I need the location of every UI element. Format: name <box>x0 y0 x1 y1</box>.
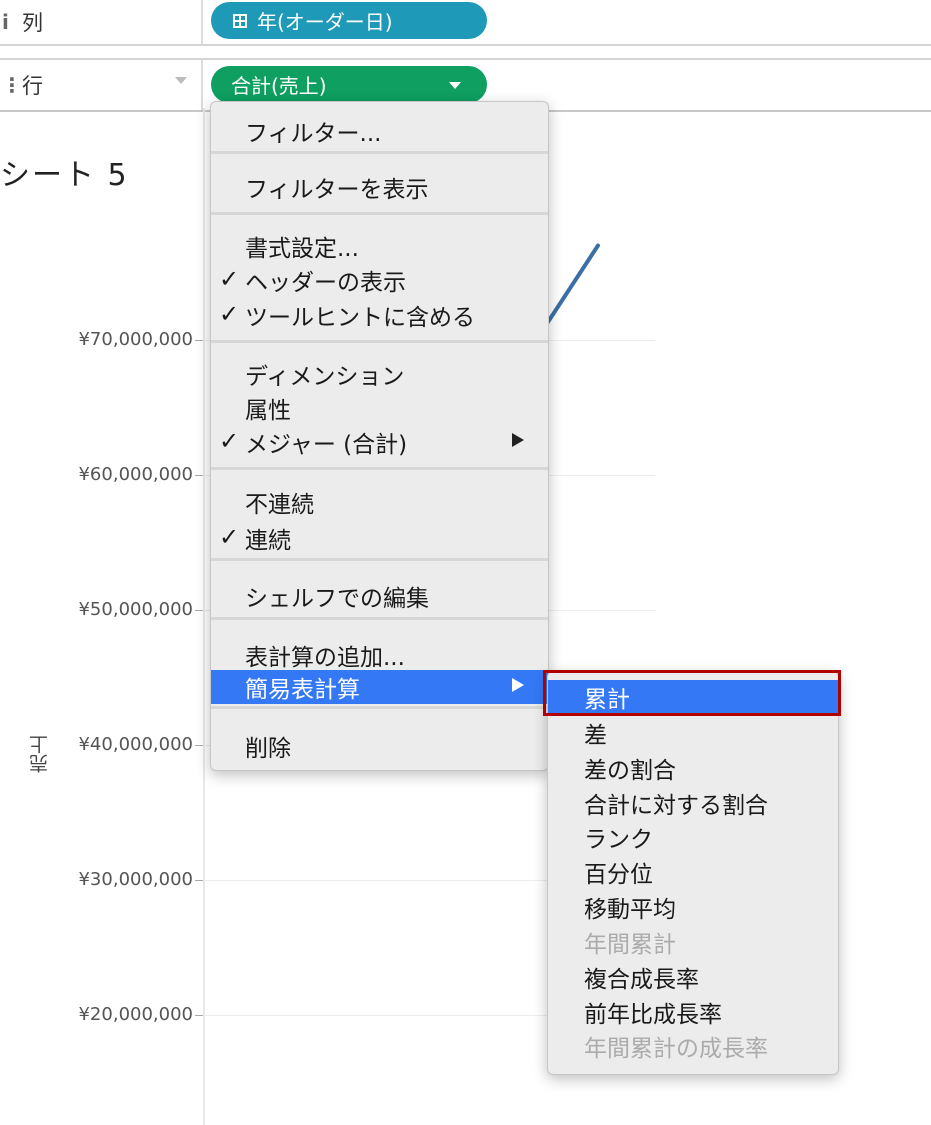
menu-item-filter[interactable]: フィルター... <box>211 114 548 148</box>
submenu-item-label: ランク <box>584 827 653 853</box>
submenu-item-yoy-growth[interactable]: 前年比成長率 <box>548 995 838 1029</box>
submenu-item-percentile[interactable]: 百分位 <box>548 855 838 889</box>
menu-item-include-tooltip[interactable]: ✓ ツールヒントに含める <box>211 298 548 332</box>
menu-item-attribute[interactable]: 属性 <box>211 391 548 425</box>
menu-separator <box>211 212 548 215</box>
menu-separator <box>211 340 548 343</box>
checkmark-icon: ✓ <box>219 523 240 551</box>
menu-item-edit-in-shelf[interactable]: シェルフでの編集 <box>211 579 548 613</box>
submenu-item-label: 合計に対する割合 <box>584 793 768 819</box>
menu-item-add-table-calc[interactable]: 表計算の追加... <box>211 638 548 672</box>
menu-separator <box>211 151 548 154</box>
submenu-item-label: 年間累計の成長率 <box>584 1036 768 1062</box>
submenu-arrow-icon <box>512 433 524 447</box>
highlight-annotation-box <box>543 670 841 716</box>
menu-item-label: ヘッダーの表示 <box>245 270 406 296</box>
menu-item-label: ツールヒントに含める <box>245 305 475 331</box>
submenu-item-label: 百分位 <box>584 862 653 888</box>
menu-item-show-header[interactable]: ✓ ヘッダーの表示 <box>211 263 548 297</box>
submenu-item-label: 移動平均 <box>584 897 676 923</box>
submenu-item-difference[interactable]: 差 <box>548 716 838 750</box>
submenu-arrow-icon <box>512 678 524 692</box>
menu-item-label: 表計算の追加... <box>245 645 405 671</box>
menu-separator <box>211 558 548 561</box>
menu-separator <box>211 706 548 709</box>
menu-item-label: シェルフでの編集 <box>245 586 429 612</box>
submenu-item-label: 年間累計 <box>584 932 676 958</box>
menu-item-label: ディメンション <box>245 364 405 390</box>
submenu-item-ytd-total: 年間累計 <box>548 925 838 959</box>
checkmark-icon: ✓ <box>219 300 240 328</box>
menu-item-format[interactable]: 書式設定... <box>211 229 548 263</box>
pill-context-menu: フィルター... フィルターを表示 書式設定... ✓ ヘッダーの表示 ✓ ツールヒントに含… <box>210 101 549 771</box>
submenu-item-moving-average[interactable]: 移動平均 <box>548 890 838 924</box>
menu-item-show-filter[interactable]: フィルターを表示 <box>211 170 548 204</box>
checkmark-icon: ✓ <box>219 427 240 455</box>
menu-item-quick-table-calc[interactable]: 簡易表計算 <box>211 670 548 704</box>
submenu-item-rank[interactable]: ランク <box>548 820 838 854</box>
submenu-item-percent-of-total[interactable]: 合計に対する割合 <box>548 786 838 820</box>
menu-item-label: 不連続 <box>245 492 314 518</box>
menu-item-label: 属性 <box>245 398 291 424</box>
submenu-item-compound-growth[interactable]: 複合成長率 <box>548 960 838 994</box>
submenu-item-percent-difference[interactable]: 差の割合 <box>548 751 838 785</box>
menu-separator <box>211 467 548 470</box>
menu-item-discrete[interactable]: 不連続 <box>211 485 548 519</box>
submenu-item-label: 複合成長率 <box>584 967 699 993</box>
menu-item-continuous[interactable]: ✓ 連続 <box>211 521 548 555</box>
menu-item-label: 簡易表計算 <box>245 677 360 703</box>
menu-item-label: メジャー (合計) <box>245 432 408 458</box>
checkmark-icon: ✓ <box>219 265 240 293</box>
submenu-item-label: 差 <box>584 723 607 749</box>
menu-separator <box>211 617 548 620</box>
menu-item-label: フィルターを表示 <box>245 177 429 203</box>
menu-item-label: 連続 <box>245 528 291 554</box>
menu-item-measure-sum[interactable]: ✓ メジャー (合計) <box>211 425 548 459</box>
submenu-item-label: 差の割合 <box>584 758 676 784</box>
menu-item-label: 削除 <box>245 736 291 762</box>
menu-item-label: 書式設定... <box>245 236 359 262</box>
menu-item-dimension[interactable]: ディメンション <box>211 357 548 391</box>
quick-table-calculation-submenu: 累計差差の割合 合計に対する割合 ランク 百分位 移動平均 年間累計 複合成長率 前年比成長率… <box>547 671 839 1075</box>
menu-item-remove[interactable]: 削除 <box>211 729 548 763</box>
submenu-item-label: 前年比成長率 <box>584 1002 722 1028</box>
submenu-item-ytd-growth: 年間累計の成長率 <box>548 1029 838 1063</box>
menu-item-label: フィルター... <box>245 121 382 147</box>
